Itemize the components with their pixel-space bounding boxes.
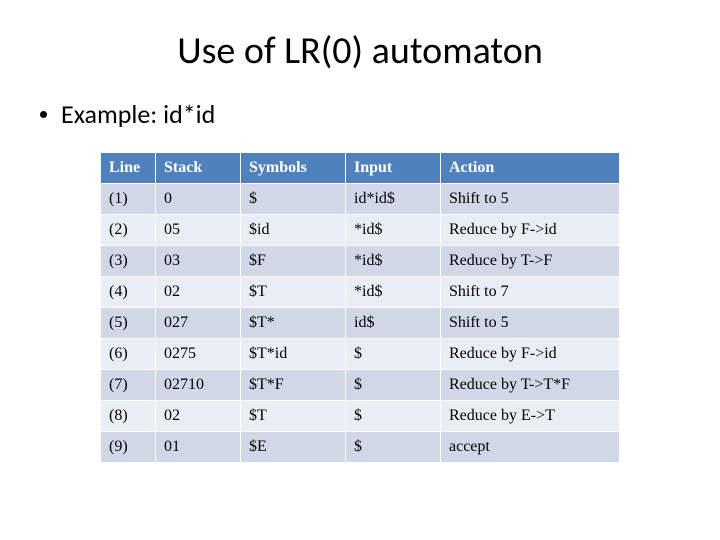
cell-input: id*id$ [346, 184, 441, 215]
cell-symbols: $T*F [241, 370, 346, 401]
cell-symbols: $F [241, 246, 346, 277]
parse-table-wrap: Line Stack Symbols Input Action (1) 0 $ … [100, 152, 620, 463]
cell-symbols: $ [241, 184, 346, 215]
bullet-icon [40, 111, 47, 118]
table-row: (6) 0275 $T*id $ Reduce by F->id [101, 339, 620, 370]
cell-action: Reduce by F->id [441, 339, 620, 370]
cell-action: Shift to 5 [441, 308, 620, 339]
cell-action: Shift to 5 [441, 184, 620, 215]
cell-action: Shift to 7 [441, 277, 620, 308]
cell-line: (8) [101, 401, 156, 432]
col-line: Line [101, 153, 156, 184]
cell-symbols: $T [241, 277, 346, 308]
cell-input: $ [346, 432, 441, 463]
cell-stack: 02 [156, 401, 241, 432]
cell-symbols: $T* [241, 308, 346, 339]
col-input: Input [346, 153, 441, 184]
table-row: (7) 02710 $T*F $ Reduce by T->T*F [101, 370, 620, 401]
cell-symbols: $T*id [241, 339, 346, 370]
cell-input: id$ [346, 308, 441, 339]
col-action: Action [441, 153, 620, 184]
cell-line: (9) [101, 432, 156, 463]
table-row: (3) 03 $F *id$ Reduce by T->F [101, 246, 620, 277]
cell-stack: 05 [156, 215, 241, 246]
table-body: (1) 0 $ id*id$ Shift to 5 (2) 05 $id *id… [101, 184, 620, 463]
cell-action: Reduce by T->F [441, 246, 620, 277]
cell-stack: 02 [156, 277, 241, 308]
col-symbols: Symbols [241, 153, 346, 184]
table-row: (9) 01 $E $ accept [101, 432, 620, 463]
slide: Use of LR(0) automaton Example: id*id Li… [0, 0, 720, 540]
page-title: Use of LR(0) automaton [40, 28, 680, 74]
cell-stack: 0275 [156, 339, 241, 370]
cell-action: Reduce by F->id [441, 215, 620, 246]
cell-input: *id$ [346, 246, 441, 277]
cell-input: *id$ [346, 215, 441, 246]
cell-symbols: $T [241, 401, 346, 432]
cell-line: (1) [101, 184, 156, 215]
cell-input: $ [346, 401, 441, 432]
cell-line: (6) [101, 339, 156, 370]
table-row: (5) 027 $T* id$ Shift to 5 [101, 308, 620, 339]
col-stack: Stack [156, 153, 241, 184]
cell-action: Reduce by T->T*F [441, 370, 620, 401]
cell-symbols: $E [241, 432, 346, 463]
cell-line: (4) [101, 277, 156, 308]
cell-stack: 01 [156, 432, 241, 463]
table-header-row: Line Stack Symbols Input Action [101, 153, 620, 184]
cell-stack: 02710 [156, 370, 241, 401]
example-label: Example: id*id [61, 98, 215, 130]
cell-stack: 03 [156, 246, 241, 277]
table-row: (2) 05 $id *id$ Reduce by F->id [101, 215, 620, 246]
cell-input: $ [346, 339, 441, 370]
cell-line: (2) [101, 215, 156, 246]
parse-table: Line Stack Symbols Input Action (1) 0 $ … [100, 152, 620, 463]
cell-stack: 0 [156, 184, 241, 215]
cell-stack: 027 [156, 308, 241, 339]
cell-input: *id$ [346, 277, 441, 308]
cell-line: (5) [101, 308, 156, 339]
table-row: (8) 02 $T $ Reduce by E->T [101, 401, 620, 432]
cell-symbols: $id [241, 215, 346, 246]
cell-line: (3) [101, 246, 156, 277]
cell-action: Reduce by E->T [441, 401, 620, 432]
cell-input: $ [346, 370, 441, 401]
table-row: (4) 02 $T *id$ Shift to 7 [101, 277, 620, 308]
table-row: (1) 0 $ id*id$ Shift to 5 [101, 184, 620, 215]
example-bullet: Example: id*id [40, 98, 680, 130]
cell-line: (7) [101, 370, 156, 401]
cell-action: accept [441, 432, 620, 463]
